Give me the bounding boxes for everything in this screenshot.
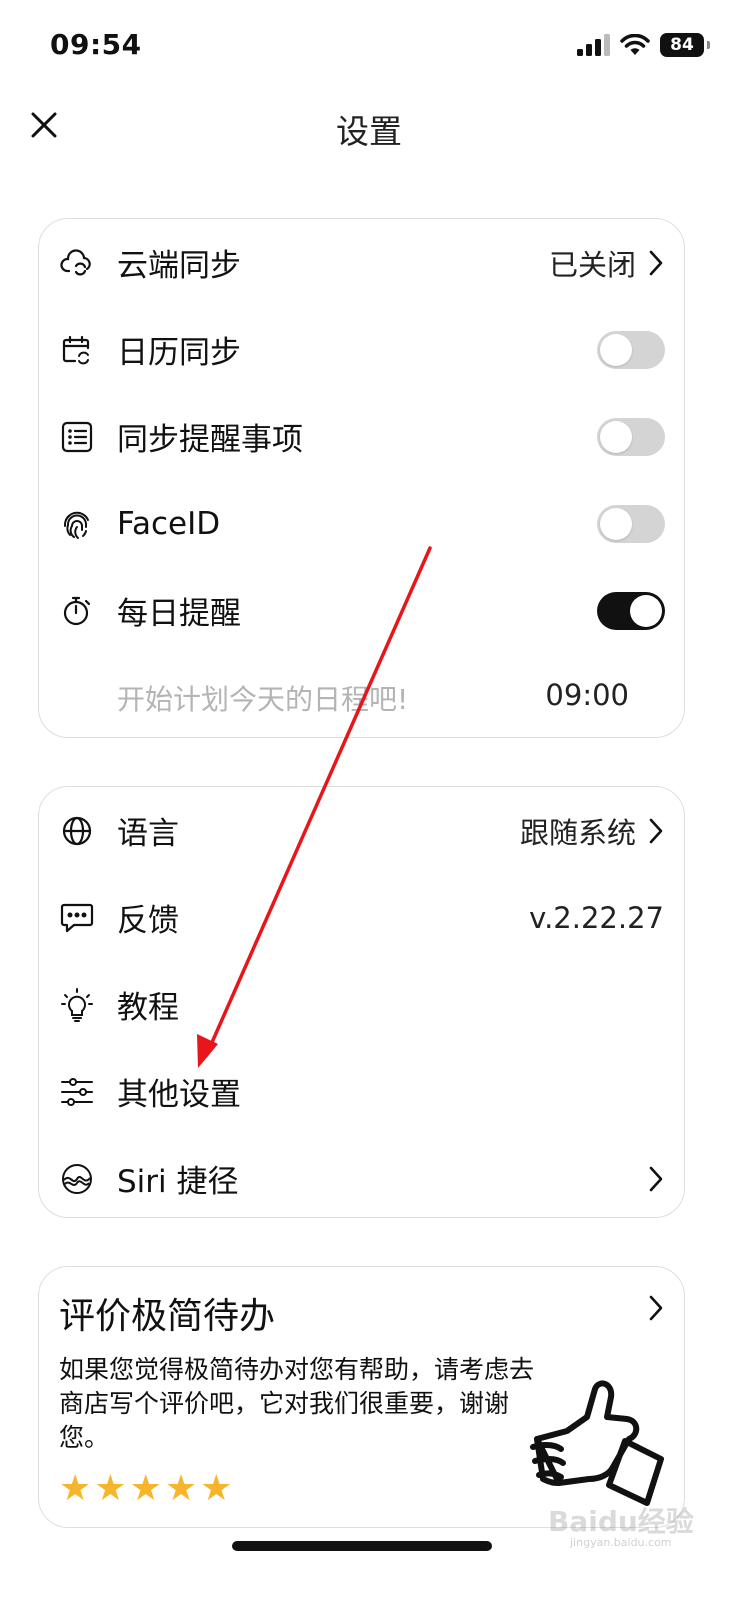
siri-shortcuts-row[interactable]: Siri 捷径 xyxy=(39,1135,684,1222)
sync-reminders-toggle[interactable] xyxy=(597,417,665,456)
star-icon: ★ xyxy=(200,1468,233,1509)
chat-icon xyxy=(59,900,95,936)
watermark: Baidu经验 xyxy=(548,1505,694,1538)
lightbulb-icon xyxy=(59,987,95,1023)
daily-reminder-toggle[interactable] xyxy=(597,591,665,630)
list-icon xyxy=(59,419,95,455)
reminder-message-text: 开始计划今天的日程吧! xyxy=(117,683,409,716)
status-icons: 84 xyxy=(576,30,710,60)
other-settings-row[interactable]: 其他设置 xyxy=(39,1048,684,1135)
star-icon: ★ xyxy=(94,1468,127,1509)
app-version: v.2.22.27 xyxy=(529,900,664,935)
language-row[interactable]: 语言 跟随系统 xyxy=(39,787,684,874)
chevron-right-icon xyxy=(646,1293,666,1323)
cloud-sync-icon xyxy=(59,245,95,281)
star-icon: ★ xyxy=(129,1468,162,1509)
globe-icon xyxy=(59,813,95,849)
cloud-sync-row[interactable]: 云端同步 已关闭 xyxy=(39,219,684,306)
language-value: 跟随系统 xyxy=(519,815,636,850)
sync-reminders-label: 同步提醒事项 xyxy=(117,422,303,458)
feedback-row[interactable]: 反馈 v.2.22.27 xyxy=(39,874,684,961)
faceid-toggle[interactable] xyxy=(597,504,665,543)
feedback-label: 反馈 xyxy=(117,903,179,939)
chevron-right-icon xyxy=(646,248,666,278)
toggle-knob xyxy=(600,333,632,366)
tutorial-label: 教程 xyxy=(117,990,179,1026)
sliders-icon xyxy=(59,1074,95,1110)
page-title: 设置 xyxy=(336,112,402,151)
general-settings-card: 语言 跟随系统 反馈 v.2.22.27 教程 其他设置 Siri 捷径 xyxy=(38,786,685,1218)
sync-settings-card: 云端同步 已关闭 日历同步 同步提醒事项 FaceID 每日提醒 开始计划今天的… xyxy=(38,218,685,738)
watermark-url: jingyan.baidu.com xyxy=(570,1536,672,1549)
status-time: 09:54 xyxy=(50,28,142,61)
thumbs-up-icon xyxy=(530,1380,664,1506)
signal-icon xyxy=(577,34,610,56)
rating-stars: ★ ★ ★ ★ ★ xyxy=(59,1469,232,1509)
chevron-right-icon xyxy=(646,1164,666,1194)
sync-reminders-row: 同步提醒事项 xyxy=(39,393,684,480)
faceid-label: FaceID xyxy=(117,505,221,542)
calendar-sync-toggle[interactable] xyxy=(597,330,665,369)
daily-reminder-label: 每日提醒 xyxy=(117,596,241,632)
status-bar: 09:54 84 xyxy=(0,0,738,90)
toggle-knob xyxy=(600,420,632,453)
faceid-row: FaceID xyxy=(39,480,684,567)
home-indicator xyxy=(232,1541,492,1551)
chevron-right-icon xyxy=(646,816,666,846)
timer-icon xyxy=(59,593,95,629)
siri-shortcuts-label: Siri 捷径 xyxy=(117,1164,239,1200)
battery-level: 84 xyxy=(670,35,694,55)
other-settings-label: 其他设置 xyxy=(117,1077,241,1113)
calendar-sync-row: 日历同步 xyxy=(39,306,684,393)
siri-icon xyxy=(59,1161,95,1197)
star-icon: ★ xyxy=(164,1468,198,1509)
rate-app-description: 如果您觉得极简待办对您有帮助，请考虑去商店写个评价吧，它对我们很重要，谢谢您。 xyxy=(59,1355,535,1452)
toggle-knob xyxy=(600,507,632,540)
cloud-sync-label: 云端同步 xyxy=(117,248,241,284)
fingerprint-icon xyxy=(59,506,95,542)
toggle-knob xyxy=(630,594,662,627)
calendar-sync-label: 日历同步 xyxy=(117,335,241,371)
rate-app-card[interactable]: 评价极简待办 如果您觉得极简待办对您有帮助，请考虑去商店写个评价吧，它对我们很重… xyxy=(38,1266,685,1528)
cloud-sync-value: 已关闭 xyxy=(548,247,636,282)
star-icon: ★ xyxy=(59,1468,92,1509)
rate-app-title: 评价极简待办 xyxy=(59,1296,276,1337)
language-label: 语言 xyxy=(117,816,179,852)
reminder-message-row[interactable]: 开始计划今天的日程吧! 09:00 xyxy=(39,654,684,741)
calendar-sync-icon xyxy=(59,332,95,368)
nav-bar: 设置 xyxy=(0,95,738,161)
battery-indicator: 84 xyxy=(660,33,710,57)
daily-reminder-row: 每日提醒 xyxy=(39,567,684,654)
tutorial-row[interactable]: 教程 xyxy=(39,961,684,1048)
wifi-icon xyxy=(620,34,650,55)
reminder-time[interactable]: 09:00 xyxy=(545,678,629,712)
